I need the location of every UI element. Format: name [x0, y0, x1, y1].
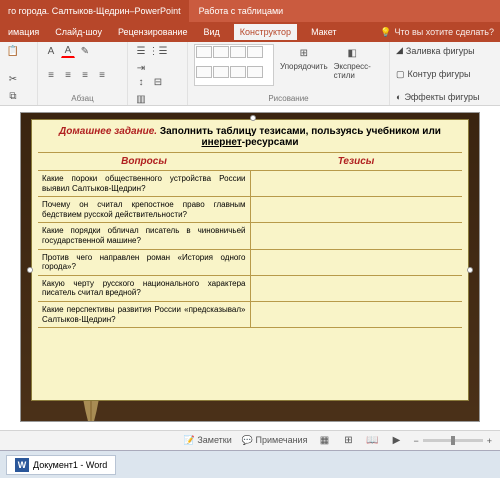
tab-slideshow[interactable]: Слайд-шоу	[53, 27, 104, 37]
paste-icon[interactable]: 📋	[6, 44, 20, 58]
font-size-dec-icon[interactable]: A	[44, 44, 58, 58]
table-row: Почему он считал крепостное право главны…	[38, 197, 462, 223]
normal-view-icon[interactable]: ▦	[317, 434, 331, 448]
tab-view[interactable]: Вид	[201, 27, 221, 37]
fill-icon: ◢	[396, 45, 403, 56]
table-row: Какую черту русского национального харак…	[38, 275, 462, 301]
zoom-out-icon[interactable]: −	[413, 436, 418, 446]
quick-styles-icon[interactable]: ◧	[343, 44, 361, 62]
group-label-paragraph: Абзац	[44, 94, 121, 103]
bullets-icon[interactable]: ☰	[134, 44, 148, 58]
homework-title: Домашнее задание. Заполнить таблицу тези…	[38, 126, 462, 148]
express-label: Экспресс- стили	[334, 62, 371, 80]
indent-icon[interactable]: ⇥	[134, 61, 148, 75]
content-box[interactable]: Домашнее задание. Заполнить таблицу тези…	[31, 119, 469, 401]
justify-icon[interactable]: ≡	[95, 68, 109, 82]
slide-editor[interactable]: Домашнее задание. Заполнить таблицу тези…	[0, 106, 500, 430]
text-direction-icon[interactable]: ↕	[134, 75, 148, 89]
group-label-drawing: Рисование	[194, 94, 383, 103]
table-row: Какие порядки обличал писатель в чиновни…	[38, 223, 462, 249]
columns-icon[interactable]: ▥	[134, 92, 148, 106]
shapes-gallery[interactable]	[194, 44, 274, 86]
table-row: Против чего направлен роман «История одн…	[38, 249, 462, 275]
align-left-icon[interactable]: ≡	[44, 68, 58, 82]
bulb-icon: 💡	[380, 27, 391, 38]
slide: Домашнее задание. Заполнить таблицу тези…	[20, 112, 480, 422]
reading-view-icon[interactable]: 📖	[365, 434, 379, 448]
ribbon: 📋 ✂ ⧉ A A ✎ ≡ ≡ ≡ ≡ Абзац ☰ ⋮☰ ⇥ ↕ ⊟ ▥	[0, 42, 500, 106]
copy-icon[interactable]: ⧉	[6, 89, 20, 103]
arrange-icon[interactable]: ⊞	[295, 44, 313, 62]
align-right-icon[interactable]: ≡	[78, 68, 92, 82]
highlight-icon[interactable]: ✎	[78, 44, 92, 58]
zoom-in-icon[interactable]: +	[487, 436, 492, 446]
shape-effects-button[interactable]: ◐Эффекты фигуры	[396, 91, 494, 103]
align-text-icon[interactable]: ⊟	[151, 75, 165, 89]
align-center-icon[interactable]: ≡	[61, 68, 75, 82]
selection-handle[interactable]	[27, 267, 33, 273]
table-row: Какие перспективы развития России «предс…	[38, 301, 462, 327]
tab-review[interactable]: Рецензирование	[116, 27, 190, 37]
title-doc: го города. Салтыков-Щедрин – PowerPoint	[0, 0, 189, 22]
ribbon-tabs: имация Слайд-шоу Рецензирование Вид Конс…	[0, 22, 500, 42]
selection-handle[interactable]	[250, 115, 256, 121]
tab-design[interactable]: Конструктор	[234, 24, 297, 40]
selection-handle[interactable]	[467, 267, 473, 273]
shape-outline-button[interactable]: ▢Контур фигуры	[396, 68, 494, 81]
tell-me[interactable]: 💡Что вы хотите сделать?	[380, 27, 494, 38]
word-icon: W	[15, 458, 29, 472]
numbering-icon[interactable]: ⋮☰	[151, 44, 165, 58]
sorter-view-icon[interactable]: ⊞	[341, 434, 355, 448]
status-bar: 📝 Заметки 💬 Примечания ▦ ⊞ 📖 ▶ − +	[0, 430, 500, 450]
homework-table[interactable]: ВопросыТезисы Какие пороки общественного…	[38, 152, 462, 328]
drawing-group: ⊞ Упорядочить ◧ Экспресс- стили Рисовани…	[188, 42, 390, 105]
notes-button[interactable]: 📝 Заметки	[184, 435, 232, 446]
col-questions: Вопросы	[38, 153, 250, 171]
table-row: Какие пороки общественного устройства Ро…	[38, 171, 462, 197]
font-group: A A ✎ ≡ ≡ ≡ ≡ Абзац	[38, 42, 128, 105]
paragraph-group: ☰ ⋮☰ ⇥ ↕ ⊟ ▥	[128, 42, 188, 105]
outline-icon: ▢	[396, 69, 405, 80]
arrange-label: Упорядочить	[280, 62, 328, 71]
shape-styles-group: ◢Заливка фигуры ▢Контур фигуры ◐Эффекты …	[390, 42, 500, 105]
taskbar-word-button[interactable]: W Документ1 - Word	[6, 455, 116, 475]
tab-animation[interactable]: имация	[6, 27, 41, 37]
slideshow-view-icon[interactable]: ▶	[389, 434, 403, 448]
font-color-icon[interactable]: A	[61, 44, 75, 58]
comments-button[interactable]: 💬 Примечания	[242, 435, 308, 446]
windows-taskbar: W Документ1 - Word	[0, 450, 500, 478]
cut-icon[interactable]: ✂	[6, 72, 20, 86]
title-bar: го города. Салтыков-Щедрин – PowerPoint …	[0, 0, 500, 22]
shape-fill-button[interactable]: ◢Заливка фигуры	[396, 44, 494, 57]
col-theses: Тезисы	[250, 153, 462, 171]
clipboard-group: 📋 ✂ ⧉	[0, 42, 38, 105]
tab-layout[interactable]: Макет	[309, 27, 338, 37]
effects-icon: ◐	[396, 92, 401, 102]
zoom-slider[interactable]: − +	[413, 436, 492, 446]
title-context: Работа с таблицами	[189, 0, 294, 22]
